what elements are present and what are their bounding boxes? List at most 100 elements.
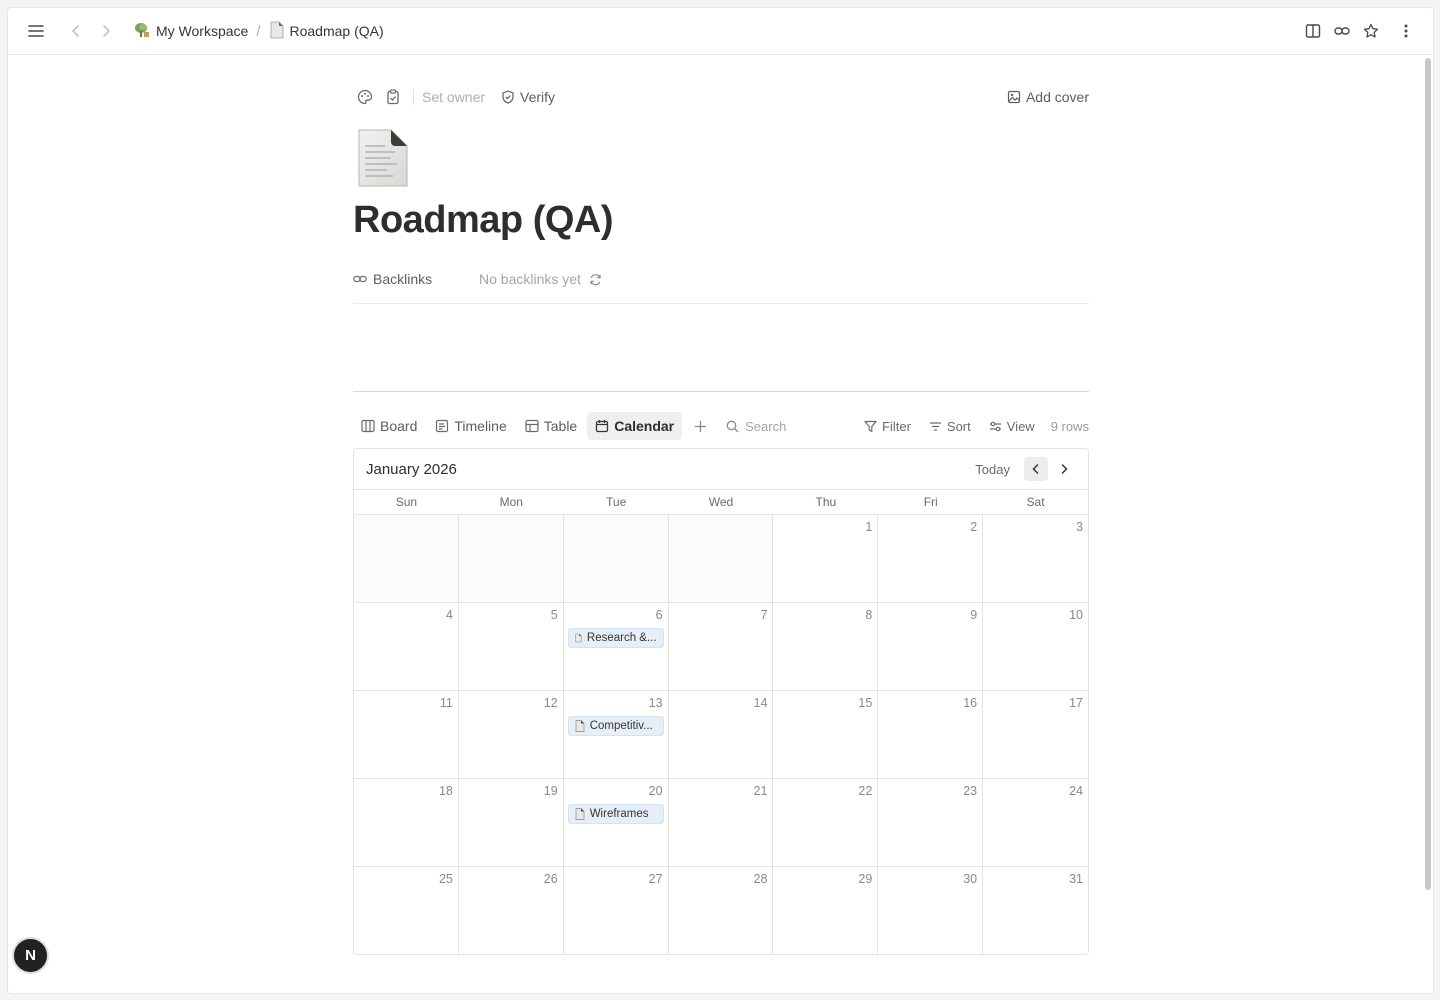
calendar-event[interactable]: Competitiv...	[567, 716, 664, 736]
scrollbar[interactable]	[1425, 58, 1431, 890]
calendar-day-cell[interactable]: 26	[459, 867, 564, 954]
clipboard-check-icon[interactable]	[381, 85, 405, 109]
day-number: 29	[858, 872, 873, 886]
calendar-day-cell[interactable]: 11	[354, 691, 459, 779]
refresh-icon[interactable]	[589, 273, 602, 286]
day-number: 16	[963, 696, 978, 710]
day-number: 23	[963, 784, 978, 798]
calendar-day-cell[interactable]: 18	[354, 779, 459, 867]
document-icon	[269, 21, 285, 42]
day-number: 15	[858, 696, 873, 710]
calendar-day-cell[interactable]: 4	[354, 603, 459, 691]
calendar-day-cell[interactable]: 19	[458, 779, 564, 867]
calendar-event[interactable]: Wireframes	[567, 804, 664, 824]
calendar-day-cell[interactable]: 24	[983, 779, 1088, 867]
tab-board[interactable]: Board	[353, 412, 425, 440]
palette-icon[interactable]	[353, 85, 377, 109]
calendar-day-cell[interactable]: 1	[773, 515, 879, 603]
tab-calendar[interactable]: Calendar	[587, 412, 683, 440]
day-number: 30	[963, 872, 978, 886]
page-document-icon[interactable]	[357, 128, 409, 190]
calendar-empty-cell[interactable]	[563, 515, 669, 603]
calendar-day-cell[interactable]: 17	[983, 691, 1088, 779]
calendar-day-cell[interactable]: 3	[983, 515, 1088, 603]
calendar-empty-cell[interactable]	[354, 515, 459, 603]
day-number: 31	[1069, 872, 1083, 886]
back-icon[interactable]	[63, 18, 89, 44]
star-icon[interactable]	[1358, 18, 1384, 44]
more-options-icon[interactable]	[1393, 18, 1419, 44]
calendar-day-cell[interactable]: 25	[354, 867, 459, 954]
weekday-header: Sun Mon Tue Wed Thu Fri Sat	[354, 490, 1088, 515]
backlinks-label: Backlinks	[373, 271, 433, 287]
calendar-day-cell[interactable]: 8	[773, 603, 879, 691]
filter-button[interactable]: Filter	[864, 419, 911, 434]
calendar-day-cell[interactable]: 29	[773, 867, 879, 954]
calendar-day-cell[interactable]: 20 Wireframes	[563, 779, 669, 867]
day-number: 24	[1069, 784, 1083, 798]
calendar-day-cell[interactable]: 10	[983, 603, 1088, 691]
backlinks-empty-text: No backlinks yet	[479, 271, 581, 287]
day-number: 2	[970, 520, 978, 534]
avatar[interactable]: N	[12, 937, 49, 974]
breadcrumb-workspace[interactable]: My Workspace	[129, 19, 252, 44]
calendar-day-cell[interactable]: 14	[668, 691, 774, 779]
breadcrumb-workspace-label: My Workspace	[156, 23, 249, 39]
breadcrumb-page[interactable]: Roadmap (QA)	[265, 19, 388, 44]
tab-timeline-label: Timeline	[454, 418, 507, 434]
today-button[interactable]: Today	[975, 462, 1010, 477]
previous-month-button[interactable]	[1024, 457, 1048, 481]
view-settings-button[interactable]: View	[989, 419, 1035, 434]
tab-table[interactable]: Table	[517, 412, 585, 440]
sort-button[interactable]: Sort	[929, 419, 971, 434]
backlinks-empty-state: No backlinks yet	[479, 271, 602, 287]
database-views-bar: Board Timeline Table Calendar Search Fil…	[353, 412, 1089, 440]
menu-icon[interactable]	[23, 18, 49, 44]
search-input[interactable]: Search	[726, 419, 836, 434]
board-icon	[361, 419, 375, 433]
day-number: 3	[1076, 520, 1083, 534]
calendar-event[interactable]: Research &...	[567, 628, 664, 648]
set-owner-button[interactable]: Set owner	[422, 89, 485, 105]
calendar-empty-cell[interactable]	[668, 515, 774, 603]
chevron-left-icon	[1032, 464, 1039, 474]
chevron-right-icon	[1061, 464, 1068, 474]
add-cover-label: Add cover	[1025, 89, 1089, 105]
calendar-day-cell[interactable]: 31	[983, 867, 1088, 954]
day-number: 1	[865, 520, 873, 534]
calendar-day-cell[interactable]: 15	[773, 691, 879, 779]
verify-button[interactable]: Verify	[501, 89, 555, 105]
backlinks-toggle[interactable]: Backlinks	[353, 271, 479, 287]
calendar-day-cell[interactable]: 7	[668, 603, 774, 691]
next-month-button[interactable]	[1052, 457, 1076, 481]
database-tools: Filter Sort View 9 rows	[846, 419, 1089, 434]
link-icon[interactable]	[1329, 18, 1355, 44]
calendar-day-cell[interactable]: 12	[458, 691, 564, 779]
calendar-day-cell[interactable]: 2	[878, 515, 984, 603]
add-cover-button[interactable]: Add cover	[1007, 89, 1089, 105]
divider	[353, 303, 1089, 304]
calendar-day-cell[interactable]: 16	[878, 691, 984, 779]
calendar-day-cell[interactable]: 5	[458, 603, 564, 691]
day-number: 17	[1069, 696, 1083, 710]
calendar-day-cell[interactable]: 6 Research &...	[563, 603, 669, 691]
calendar-day-cell[interactable]: 27	[564, 867, 669, 954]
calendar-day-cell[interactable]: 21	[668, 779, 774, 867]
weekday-label: Sat	[1026, 495, 1045, 509]
calendar-day-cell[interactable]: 23	[878, 779, 984, 867]
calendar-day-cell[interactable]: 28	[669, 867, 774, 954]
calendar-day-cell[interactable]: 13 Competitiv...	[563, 691, 669, 779]
calendar-empty-cell[interactable]	[458, 515, 564, 603]
add-view-icon[interactable]	[688, 414, 712, 438]
page-title[interactable]: Roadmap (QA)	[353, 199, 614, 242]
weekday-label: Fri	[923, 495, 938, 509]
event-title: Wireframes	[589, 808, 649, 820]
day-number: 5	[550, 608, 558, 622]
split-view-icon[interactable]	[1300, 18, 1326, 44]
forward-icon[interactable]	[93, 18, 119, 44]
calendar-day-cell[interactable]: 22	[773, 779, 879, 867]
page-meta-bar: Set owner Verify Add cover	[353, 85, 1089, 109]
calendar-day-cell[interactable]: 9	[878, 603, 984, 691]
tab-timeline[interactable]: Timeline	[427, 412, 514, 440]
calendar-day-cell[interactable]: 30	[878, 867, 984, 954]
